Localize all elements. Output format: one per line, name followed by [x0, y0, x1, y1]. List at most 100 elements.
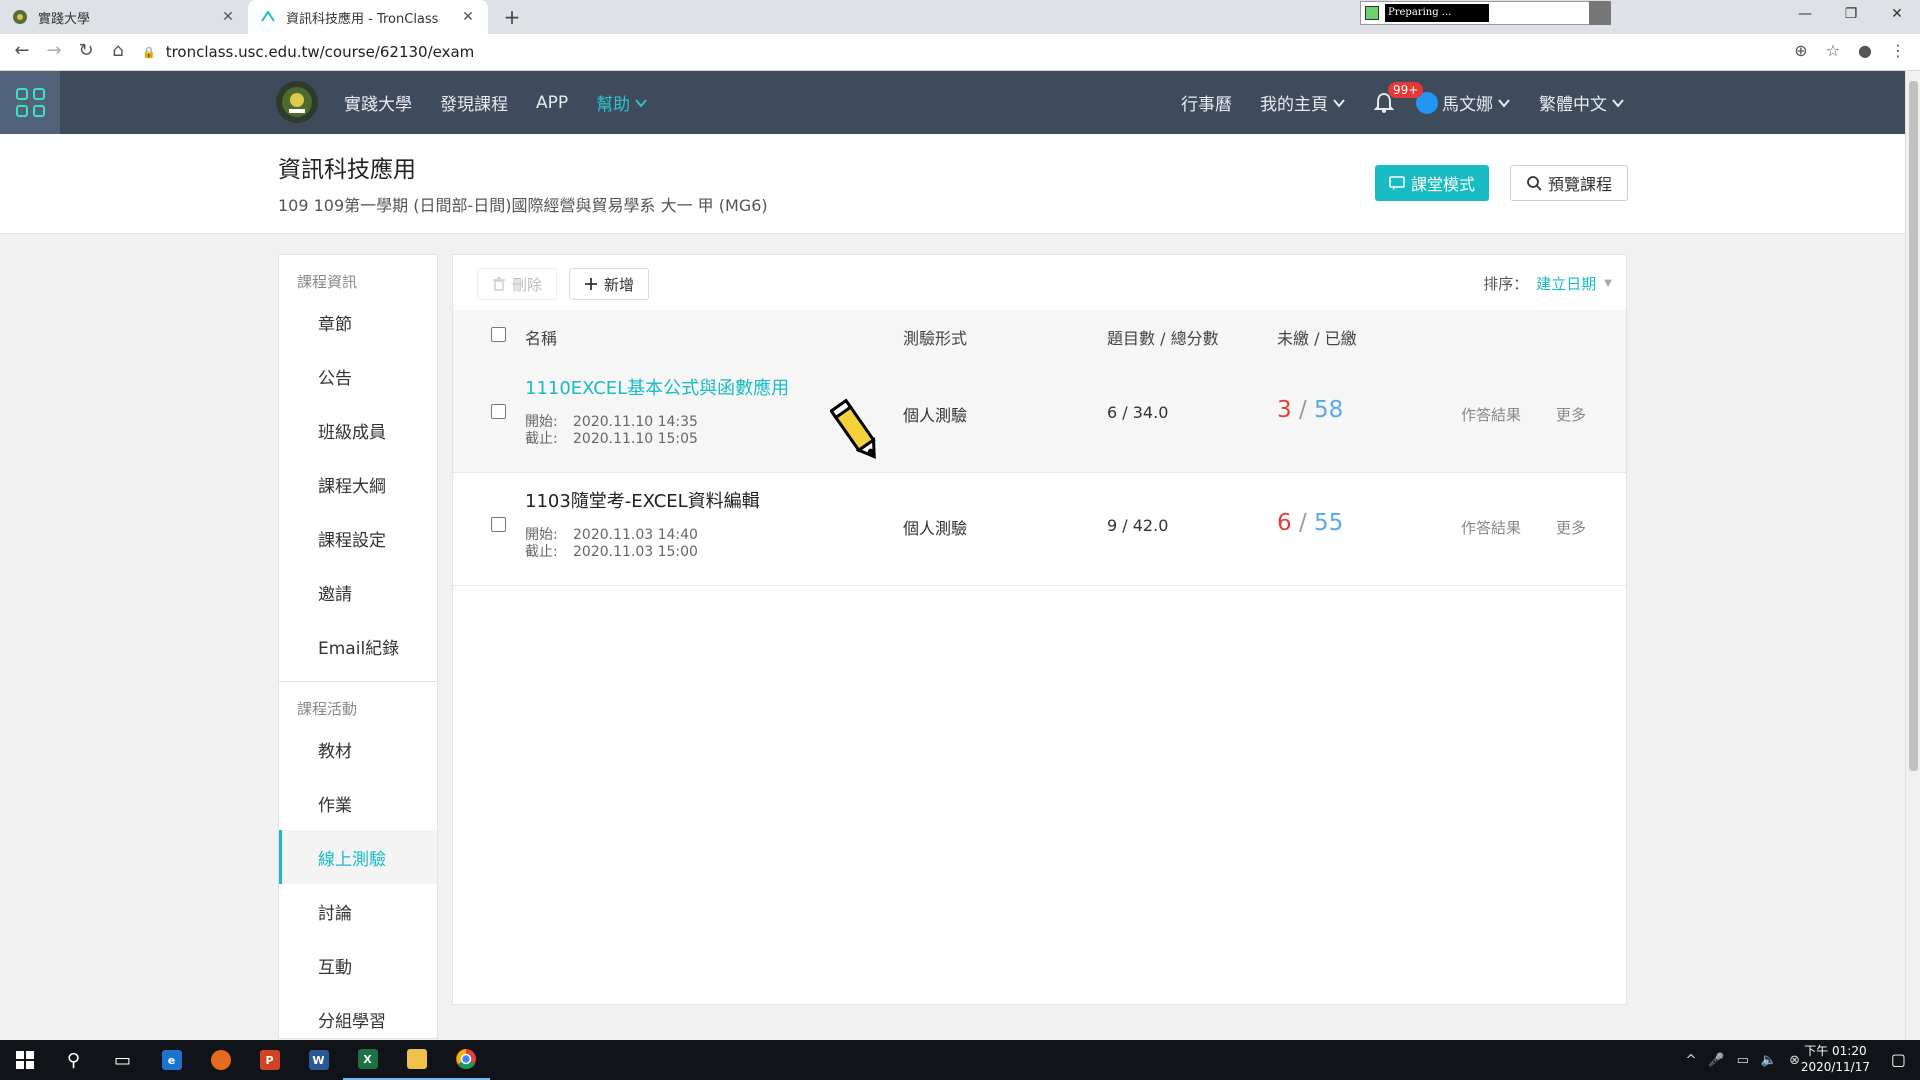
restore-icon[interactable]: ❐	[1828, 0, 1874, 30]
plus-icon	[585, 278, 598, 290]
unsubmitted-count[interactable]: 3	[1277, 397, 1292, 423]
toolbar: 刪除 新增	[477, 268, 650, 300]
sidebar-item-announcements[interactable]: 公告	[279, 349, 437, 403]
chevron-up-icon[interactable]: ^	[1686, 1053, 1697, 1068]
action-center-icon[interactable]: ▢	[1891, 1050, 1906, 1069]
sidebar-item-syllabus[interactable]: 課程大綱	[279, 457, 437, 511]
sidebar-item-email-log[interactable]: Email紀錄	[279, 619, 437, 673]
submitted-count[interactable]: 55	[1314, 510, 1343, 536]
sidebar-item-homework[interactable]: 作業	[279, 776, 437, 830]
zoom-icon[interactable]: ⊕	[1794, 41, 1807, 60]
exam-score: 9 / 42.0	[1107, 516, 1169, 535]
pencil-cursor-icon	[830, 398, 876, 459]
chat-icon	[1389, 176, 1405, 190]
nav-app[interactable]: APP	[536, 93, 568, 113]
preview-course-label: 預覽課程	[1547, 175, 1612, 194]
back-icon[interactable]: ←	[10, 40, 34, 61]
university-logo[interactable]	[276, 81, 318, 123]
browser-tab-title: 資訊科技應用 - TronClass	[286, 11, 439, 27]
row-checkbox[interactable]	[491, 404, 506, 419]
unsubmitted-count[interactable]: 6	[1277, 510, 1292, 536]
nav-help[interactable]: 幫助	[596, 90, 648, 115]
exam-end: 2020.11.10 15:05	[573, 431, 698, 447]
browser-tab-usc[interactable]: 實踐大學 ✕	[0, 0, 248, 34]
home-icon[interactable]: ⌂	[106, 40, 130, 61]
menu-icon[interactable]: ⋮	[1890, 41, 1906, 60]
nav-my-home[interactable]: 我的主頁	[1260, 90, 1346, 115]
class-mode-button[interactable]: 課堂模式	[1375, 165, 1489, 201]
system-clock[interactable]: 下午 01:20 2020/11/17	[1801, 1043, 1870, 1075]
results-link[interactable]: 作答結果	[1461, 517, 1521, 538]
column-score: 題目數 / 總分數	[1107, 329, 1219, 348]
scrollbar-thumb[interactable]	[1909, 81, 1918, 771]
search-icon[interactable]: ⚲	[49, 1040, 98, 1080]
nav-usc[interactable]: 實踐大學	[344, 90, 412, 115]
blocked-icon[interactable]: ⊗	[1789, 1053, 1800, 1068]
exam-name-link[interactable]: 1103隨堂考-EXCEL資料編輯	[525, 487, 760, 513]
chrome-icon[interactable]	[441, 1040, 490, 1080]
sidebar-item-interaction[interactable]: 互動	[279, 938, 437, 992]
sidebar-section-activities: 課程活動	[297, 700, 358, 718]
sidebar-item-group-learning[interactable]: 分組學習	[279, 992, 437, 1038]
language-menu[interactable]: 繁體中文	[1539, 90, 1625, 115]
microphone-icon[interactable]: 🎤	[1708, 1053, 1724, 1068]
close-window-icon[interactable]: ✕	[1874, 0, 1920, 30]
task-view-icon[interactable]: ▭	[98, 1040, 147, 1080]
main-nav: 實踐大學 發現課程 APP 幫助	[344, 71, 648, 134]
sort-control[interactable]: 排序： 建立日期 ▼	[1483, 273, 1612, 294]
add-button[interactable]: 新增	[569, 268, 650, 300]
new-tab-icon[interactable]: +	[500, 5, 524, 29]
reload-icon[interactable]: ↻	[74, 40, 98, 61]
excel-icon[interactable]: X	[343, 1040, 392, 1080]
clock-time: 下午 01:20	[1804, 1044, 1867, 1058]
more-link[interactable]: 更多	[1556, 517, 1586, 538]
file-explorer-icon[interactable]	[392, 1040, 441, 1080]
sidebar-item-settings[interactable]: 課程設定	[279, 511, 437, 565]
nav-calendar[interactable]: 行事曆	[1181, 90, 1232, 115]
network-icon[interactable]: ▭	[1737, 1053, 1749, 1068]
more-link[interactable]: 更多	[1556, 404, 1586, 425]
chevron-down-icon	[1333, 98, 1345, 108]
edge-icon[interactable]: e	[147, 1040, 196, 1080]
firefox-icon[interactable]	[196, 1040, 245, 1080]
forward-icon[interactable]: →	[42, 40, 66, 61]
select-all-checkbox[interactable]	[491, 327, 506, 342]
sidebar-item-materials[interactable]: 教材	[279, 722, 437, 776]
results-link[interactable]: 作答結果	[1461, 404, 1521, 425]
column-name[interactable]: 名稱	[525, 325, 557, 349]
exam-name-link[interactable]: 1110EXCEL基本公式與函數應用	[525, 374, 789, 400]
preview-course-button[interactable]: 預覽課程	[1510, 165, 1628, 201]
minimize-icon[interactable]: —	[1782, 0, 1828, 30]
page-scrollbar[interactable]	[1905, 71, 1920, 1040]
sidebar-item-members[interactable]: 班級成員	[279, 403, 437, 457]
lock-icon: 🔒	[142, 45, 156, 59]
green-square-icon	[1365, 6, 1379, 20]
address-bar: ← → ↻ ⌂ 🔒 tronclass.usc.edu.tw/course/62…	[0, 34, 1920, 71]
sidebar-item-online-exam[interactable]: 線上測驗	[279, 830, 437, 884]
exam-dates: 開始: 2020.11.03 14:40 截止: 2020.11.03 15:00	[525, 527, 698, 560]
close-tab-icon[interactable]: ✕	[220, 9, 236, 25]
word-icon[interactable]: W	[294, 1040, 343, 1080]
notification-button[interactable]: 99+	[1374, 81, 1438, 114]
sidebar-item-discussion[interactable]: 討論	[279, 884, 437, 938]
exam-start: 2020.11.03 14:40	[573, 527, 698, 543]
apps-grid-button[interactable]	[0, 71, 60, 134]
sidebar-item-chapters[interactable]: 章節	[279, 295, 437, 349]
browser-tab-tronclass[interactable]: 資訊科技應用 - TronClass ✕	[248, 0, 488, 34]
preparing-text: Preparing ...	[1385, 4, 1489, 22]
powerpoint-icon[interactable]: P	[245, 1040, 294, 1080]
close-tab-icon[interactable]: ✕	[460, 9, 476, 25]
page-title: 資訊科技應用	[278, 157, 416, 183]
user-menu[interactable]: 馬文娜	[1442, 90, 1511, 115]
volume-icon[interactable]: 🔈	[1761, 1053, 1777, 1068]
url-field[interactable]: 🔒 tronclass.usc.edu.tw/course/62130/exam	[142, 39, 1842, 65]
column-submissions: 未繳 / 已繳	[1277, 329, 1357, 348]
submitted-count[interactable]: 58	[1314, 397, 1343, 423]
star-icon[interactable]: ☆	[1826, 41, 1840, 60]
delete-button[interactable]: 刪除	[477, 268, 558, 300]
sidebar-item-invite[interactable]: 邀請	[279, 565, 437, 619]
profile-icon[interactable]: ●	[1858, 41, 1872, 60]
nav-discover[interactable]: 發現課程	[440, 90, 508, 115]
row-checkbox[interactable]	[491, 517, 506, 532]
start-button[interactable]	[0, 1040, 49, 1080]
